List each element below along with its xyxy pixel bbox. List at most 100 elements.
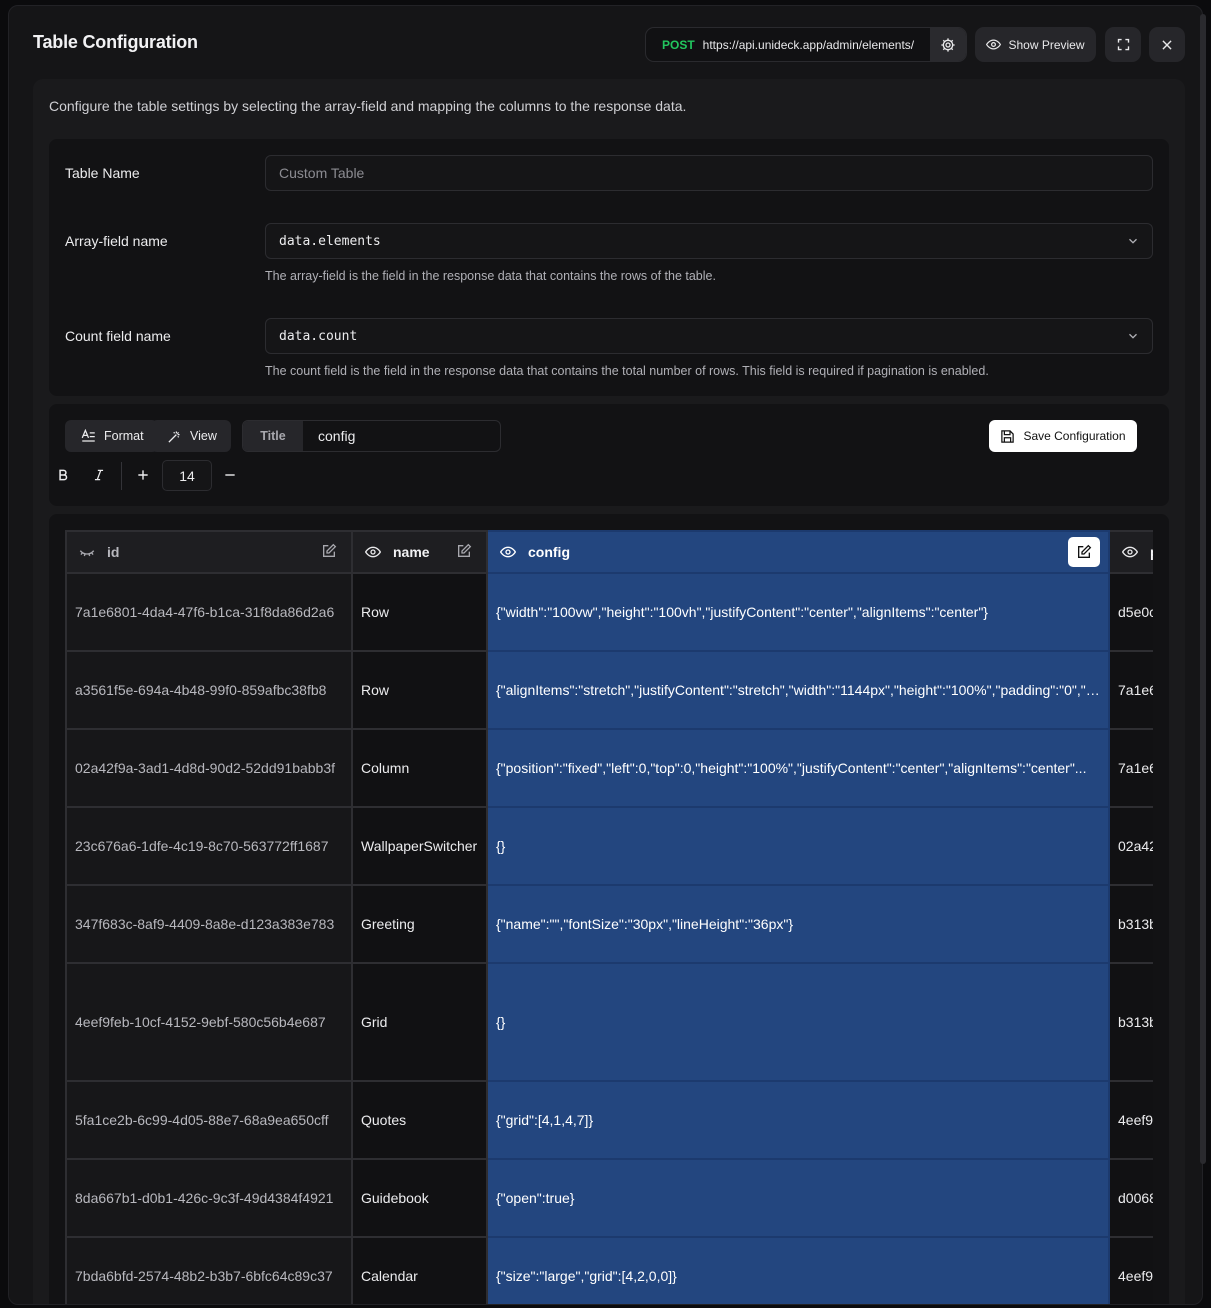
eye-off-icon[interactable] xyxy=(79,544,95,560)
cell-parent: b313b xyxy=(1108,884,1153,964)
cell-config: {"alignItems":"stretch","justifyContent"… xyxy=(486,650,1110,730)
table-settings-form: Table Name Custom Table Array-field name… xyxy=(49,139,1169,396)
show-preview-label: Show Preview xyxy=(1008,37,1085,52)
column-title-field[interactable]: Title config xyxy=(242,420,501,452)
cell-id: 347f683c-8af9-4409-8a8e-d123a383e783 xyxy=(65,884,353,964)
italic-button[interactable] xyxy=(85,460,113,490)
column-header-label: p xyxy=(1150,544,1153,560)
table-row[interactable]: 7a1e6801-4da4-47f6-b1ca-31f8da86d2a6 Row… xyxy=(65,572,1153,652)
table-row[interactable]: 5fa1ce2b-6c99-4d05-88e7-68a9ea650cff Quo… xyxy=(65,1080,1153,1160)
format-label: Format xyxy=(104,429,144,443)
column-header-label: id xyxy=(107,544,120,560)
edit-icon xyxy=(323,543,337,557)
table-name-label: Table Name xyxy=(65,165,140,181)
data-table: id name config 7a1e6801-4da4-47f6-b1ca-3… xyxy=(65,530,1153,1304)
table-row[interactable]: 8da667b1-d0b1-426c-9c3f-49d4384f4921 Gui… xyxy=(65,1158,1153,1238)
increase-font-button[interactable] xyxy=(129,460,157,490)
column-header-id[interactable]: id xyxy=(65,530,353,574)
view-button[interactable]: View xyxy=(151,420,231,452)
cell-parent: 4eef9 xyxy=(1108,1080,1153,1160)
cell-id: 4eef9feb-10cf-4152-9ebf-580c56b4e687 xyxy=(65,962,353,1082)
table-row[interactable]: a3561f5e-694a-4b48-99f0-859afbc38fb8 Row… xyxy=(65,650,1153,730)
cell-config: {"name":"","fontSize":"30px","lineHeight… xyxy=(486,884,1110,964)
endpoint-field[interactable]: POST https://api.unideck.app/admin/eleme… xyxy=(645,27,967,62)
show-preview-button[interactable]: Show Preview xyxy=(975,27,1096,62)
toolbar-divider xyxy=(121,462,122,490)
configuration-description: Configure the table settings by selectin… xyxy=(49,98,687,114)
italic-icon xyxy=(94,469,104,481)
cell-name: Row xyxy=(351,650,488,730)
cell-name: Column xyxy=(351,728,488,808)
array-field-value: data.elements xyxy=(279,233,381,249)
eye-icon[interactable] xyxy=(365,544,381,560)
cell-id: a3561f5e-694a-4b48-99f0-859afbc38fb8 xyxy=(65,650,353,730)
format-button[interactable]: Format xyxy=(65,420,158,452)
save-configuration-button[interactable]: Save Configuration xyxy=(989,420,1137,452)
count-field-help: The count field is the field in the resp… xyxy=(265,364,989,378)
chevron-down-icon xyxy=(1129,238,1137,244)
count-field-label: Count field name xyxy=(65,328,171,344)
dialog-header: Table Configuration POST https://api.uni… xyxy=(9,6,1202,82)
cell-parent: d0068 xyxy=(1108,1158,1153,1238)
minus-icon xyxy=(225,474,235,476)
edit-column-button[interactable] xyxy=(321,543,337,562)
cell-name: Quotes xyxy=(351,1080,488,1160)
cell-config: {} xyxy=(486,806,1110,886)
font-size-input[interactable]: 14 xyxy=(162,460,212,491)
table-row[interactable]: 347f683c-8af9-4409-8a8e-d123a383e783 Gre… xyxy=(65,884,1153,964)
close-icon xyxy=(1162,39,1172,50)
table-preview-card: id name config 7a1e6801-4da4-47f6-b1ca-3… xyxy=(49,514,1169,1304)
edit-column-button[interactable] xyxy=(456,543,472,562)
cell-id: 7bda6bfd-2574-48b2-b3b7-6bfc64c89c37 xyxy=(65,1236,353,1304)
table-row[interactable]: 7bda6bfd-2574-48b2-b3b7-6bfc64c89c37 Cal… xyxy=(65,1236,1153,1304)
table-row[interactable]: 23c676a6-1dfe-4c19-8c70-563772ff1687 Wal… xyxy=(65,806,1153,886)
data-table-scroll[interactable]: id name config 7a1e6801-4da4-47f6-b1ca-3… xyxy=(65,530,1153,1304)
cell-parent: 7a1e6 xyxy=(1108,728,1153,808)
column-header-label: config xyxy=(528,544,570,560)
cell-parent: 7a1e6 xyxy=(1108,650,1153,730)
save-icon xyxy=(1001,429,1015,443)
count-field-select[interactable]: data.count xyxy=(265,318,1153,354)
table-row[interactable]: 02a42f9a-3ad1-4d8d-90d2-52dd91babb3f Col… xyxy=(65,728,1153,808)
http-method-badge: POST xyxy=(662,37,695,52)
cell-parent: 4eef9 xyxy=(1108,1236,1153,1304)
cell-id: 02a42f9a-3ad1-4d8d-90d2-52dd91babb3f xyxy=(65,728,353,808)
eye-icon[interactable] xyxy=(1122,544,1138,560)
edit-column-button[interactable] xyxy=(1068,537,1100,567)
edit-icon xyxy=(1078,544,1092,558)
column-header-config[interactable]: config xyxy=(486,530,1110,574)
array-field-help: The array-field is the field in the resp… xyxy=(265,269,716,283)
column-header-name[interactable]: name xyxy=(351,530,488,574)
bold-button[interactable] xyxy=(49,460,77,490)
cell-config: {} xyxy=(486,962,1110,1082)
view-label: View xyxy=(190,429,217,443)
table-header-row: id name config xyxy=(65,530,1153,574)
bold-icon xyxy=(59,469,68,481)
page-scrollbar[interactable] xyxy=(1200,14,1206,1164)
chevron-down-icon xyxy=(1129,333,1137,339)
cell-parent: d5e0c xyxy=(1108,572,1153,652)
cell-config: {"open":true} xyxy=(486,1158,1110,1238)
column-title-input[interactable]: config xyxy=(303,421,500,451)
title-tag: Title xyxy=(243,421,303,451)
decrease-font-button[interactable] xyxy=(216,460,244,490)
array-field-select[interactable]: data.elements xyxy=(265,223,1153,259)
close-button[interactable] xyxy=(1149,27,1185,62)
cell-parent: b313b xyxy=(1108,962,1153,1082)
edit-icon xyxy=(458,543,472,557)
fullscreen-button[interactable] xyxy=(1105,27,1141,62)
endpoint-url: https://api.unideck.app/admin/elements/ xyxy=(702,37,915,52)
eye-icon[interactable] xyxy=(500,544,516,560)
dialog-title: Table Configuration xyxy=(33,32,198,52)
column-header-parent[interactable]: p xyxy=(1108,530,1153,574)
cell-parent: 02a42 xyxy=(1108,806,1153,886)
table-name-input[interactable]: Custom Table xyxy=(265,155,1153,191)
count-field-value: data.count xyxy=(279,328,358,344)
array-field-label: Array-field name xyxy=(65,233,168,249)
column-header-label: name xyxy=(393,544,430,560)
cell-id: 7a1e6801-4da4-47f6-b1ca-31f8da86d2a6 xyxy=(65,572,353,652)
table-row[interactable]: 4eef9feb-10cf-4152-9ebf-580c56b4e687 Gri… xyxy=(65,962,1153,1082)
endpoint-settings-button[interactable] xyxy=(930,28,966,61)
cell-id: 5fa1ce2b-6c99-4d05-88e7-68a9ea650cff xyxy=(65,1080,353,1160)
cell-config: {"grid":[4,1,4,7]} xyxy=(486,1080,1110,1160)
